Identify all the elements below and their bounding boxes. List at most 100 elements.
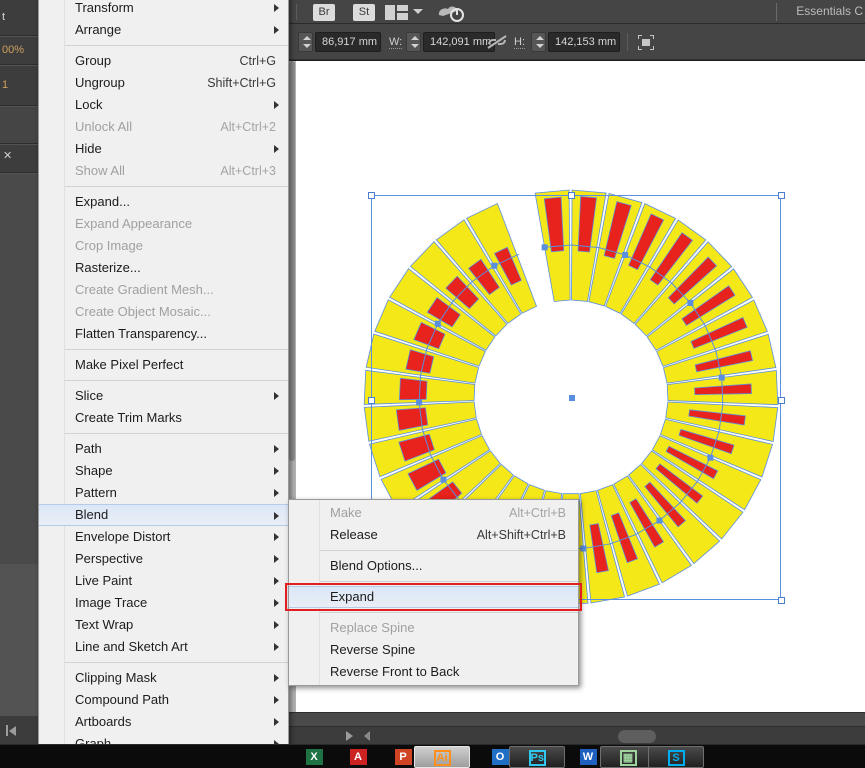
arrange-documents-icon[interactable] — [385, 5, 409, 20]
menu-item-label: Image Trace — [75, 595, 148, 610]
menu-item-create-gradient-mesh: Create Gradient Mesh... — [39, 279, 288, 301]
menu-item-envelope-distort[interactable]: Envelope Distort — [39, 526, 288, 548]
menu-item-rasterize[interactable]: Rasterize... — [39, 257, 288, 279]
taskbar-item-skype[interactable]: S — [648, 746, 704, 768]
menu-item-image-trace[interactable]: Image Trace — [39, 592, 288, 614]
left-partial-layer-row[interactable]: 1 — [0, 66, 38, 106]
submenu-item-replace-spine: Replace Spine — [289, 617, 578, 639]
submenu-arrow-icon — [274, 467, 279, 475]
menu-item-label: Show All — [75, 163, 125, 178]
menu-item-flatten-transparency[interactable]: Flatten Transparency... — [39, 323, 288, 345]
width-field[interactable]: 142,091 mm — [423, 32, 495, 52]
broken-link-icon[interactable] — [486, 34, 508, 50]
taskbar-item-illustrator[interactable]: Ai — [414, 746, 470, 768]
menu-item-label: Reverse Front to Back — [330, 664, 460, 679]
menu-item-label: Create Object Mosaic... — [75, 304, 211, 319]
menu-item-create-trim-marks[interactable]: Create Trim Marks — [39, 407, 288, 429]
selection-handle-tl[interactable] — [368, 192, 375, 199]
menu-separator — [65, 45, 288, 46]
menu-item-label: Create Gradient Mesh... — [75, 282, 214, 297]
submenu-arrow-icon — [274, 555, 279, 563]
submenu-item-reverse-spine[interactable]: Reverse Spine — [289, 639, 578, 661]
menu-item-expand-appearance: Expand Appearance — [39, 213, 288, 235]
submenu-arrow-icon — [274, 101, 279, 109]
menu-item-artboards[interactable]: Artboards — [39, 711, 288, 733]
selection-handle-br[interactable] — [778, 597, 785, 604]
next-artboard-icon[interactable] — [346, 731, 353, 741]
previous-artboard-icon[interactable] — [364, 731, 370, 741]
menu-item-make-pixel-perfect[interactable]: Make Pixel Perfect — [39, 354, 288, 376]
cloud-sync-icon[interactable] — [437, 4, 465, 22]
submenu-arrow-icon — [274, 621, 279, 629]
menu-item-line-and-sketch-art[interactable]: Line and Sketch Art — [39, 636, 288, 658]
menu-item-slice[interactable]: Slice — [39, 385, 288, 407]
submenu-item-expand[interactable]: Expand — [289, 586, 578, 608]
submenu-arrow-icon — [274, 577, 279, 585]
menu-item-label: Crop Image — [75, 238, 143, 253]
menu-item-blend[interactable]: Blend — [39, 504, 288, 526]
horizontal-scroll-bar[interactable] — [288, 726, 865, 744]
menu-item-transform[interactable]: Transform — [39, 0, 288, 19]
menu-item-perspective[interactable]: Perspective — [39, 548, 288, 570]
object-menu[interactable]: Transform Arrange Group Ctrl+G Ungroup Shift+… — [38, 0, 289, 758]
menu-separator — [65, 433, 288, 434]
submenu-arrow-icon — [274, 696, 279, 704]
menu-item-group[interactable]: Group Ctrl+G — [39, 50, 288, 72]
left-panel-block-b — [0, 174, 38, 564]
blend-submenu[interactable]: Make Alt+Ctrl+B Release Alt+Shift+Ctrl+B Ble… — [288, 499, 579, 686]
menu-item-label: Ungroup — [75, 75, 125, 90]
submenu-item-blend-options[interactable]: Blend Options... — [289, 555, 578, 577]
chevron-down-icon[interactable] — [413, 9, 423, 14]
horizontal-scroll-thumb[interactable] — [618, 730, 656, 743]
menu-item-shape[interactable]: Shape — [39, 460, 288, 482]
word-icon: W — [579, 749, 597, 765]
selection-handle-tc[interactable] — [568, 192, 575, 199]
bridge-button[interactable]: Br — [313, 4, 335, 21]
menu-item-compound-path[interactable]: Compound Path — [39, 689, 288, 711]
photoshop-icon: Ps — [528, 750, 546, 766]
panel-close-tab[interactable]: ✕ — [0, 145, 38, 173]
windows-taskbar: X A P Ai O Ps W ▦ S — [0, 744, 865, 768]
x-stepper[interactable] — [298, 32, 313, 52]
submenu-arrow-icon — [274, 489, 279, 497]
menu-item-lock[interactable]: Lock — [39, 94, 288, 116]
left-panel-block-a — [0, 107, 38, 144]
menu-item-label: Pattern — [75, 485, 117, 500]
left-panel-block-c — [0, 565, 38, 715]
menu-item-path[interactable]: Path — [39, 438, 288, 460]
toolbar-separator — [296, 4, 297, 20]
skype-icon: S — [667, 750, 685, 766]
transform-each-icon[interactable] — [637, 34, 655, 51]
selection-handle-tr[interactable] — [778, 192, 785, 199]
h-stepper[interactable] — [531, 32, 546, 52]
height-field[interactable]: 142,153 mm — [548, 32, 620, 52]
menu-separator — [65, 186, 288, 187]
menu-item-arrange[interactable]: Arrange — [39, 19, 288, 41]
left-panel-nav[interactable] — [0, 716, 38, 744]
submenu-item-reverse-front-to-back[interactable]: Reverse Front to Back — [289, 661, 578, 683]
menu-item-label: Text Wrap — [75, 617, 134, 632]
menu-item-ungroup[interactable]: Ungroup Shift+Ctrl+G — [39, 72, 288, 94]
menu-item-label: Blend — [75, 507, 109, 522]
menu-item-clipping-mask[interactable]: Clipping Mask — [39, 667, 288, 689]
menu-separator — [65, 662, 288, 663]
w-stepper[interactable] — [406, 32, 421, 52]
workspace-switcher[interactable]: Essentials C — [796, 4, 865, 18]
taskbar-item-photoshop[interactable]: Ps — [509, 746, 565, 768]
stock-button[interactable]: St — [353, 4, 375, 21]
width-label: W: — [389, 36, 403, 49]
menu-item-shortcut: Alt+Shift+Ctrl+B — [476, 528, 566, 542]
menu-item-shortcut: Alt+Ctrl+2 — [220, 120, 276, 134]
menu-item-label: Make Pixel Perfect — [75, 357, 184, 372]
x-position-field[interactable]: 86,917 mm — [315, 32, 381, 52]
menu-item-live-paint[interactable]: Live Paint — [39, 570, 288, 592]
center-anchor-point — [569, 395, 575, 401]
menu-item-text-wrap[interactable]: Text Wrap — [39, 614, 288, 636]
zoom-level-partial[interactable]: 00% — [0, 37, 38, 65]
menu-item-expand[interactable]: Expand... — [39, 191, 288, 213]
selection-handle-ml[interactable] — [368, 397, 375, 404]
menu-item-hide[interactable]: Hide — [39, 138, 288, 160]
submenu-item-release[interactable]: Release Alt+Shift+Ctrl+B — [289, 524, 578, 546]
menu-item-pattern[interactable]: Pattern — [39, 482, 288, 504]
selection-handle-mr[interactable] — [778, 397, 785, 404]
